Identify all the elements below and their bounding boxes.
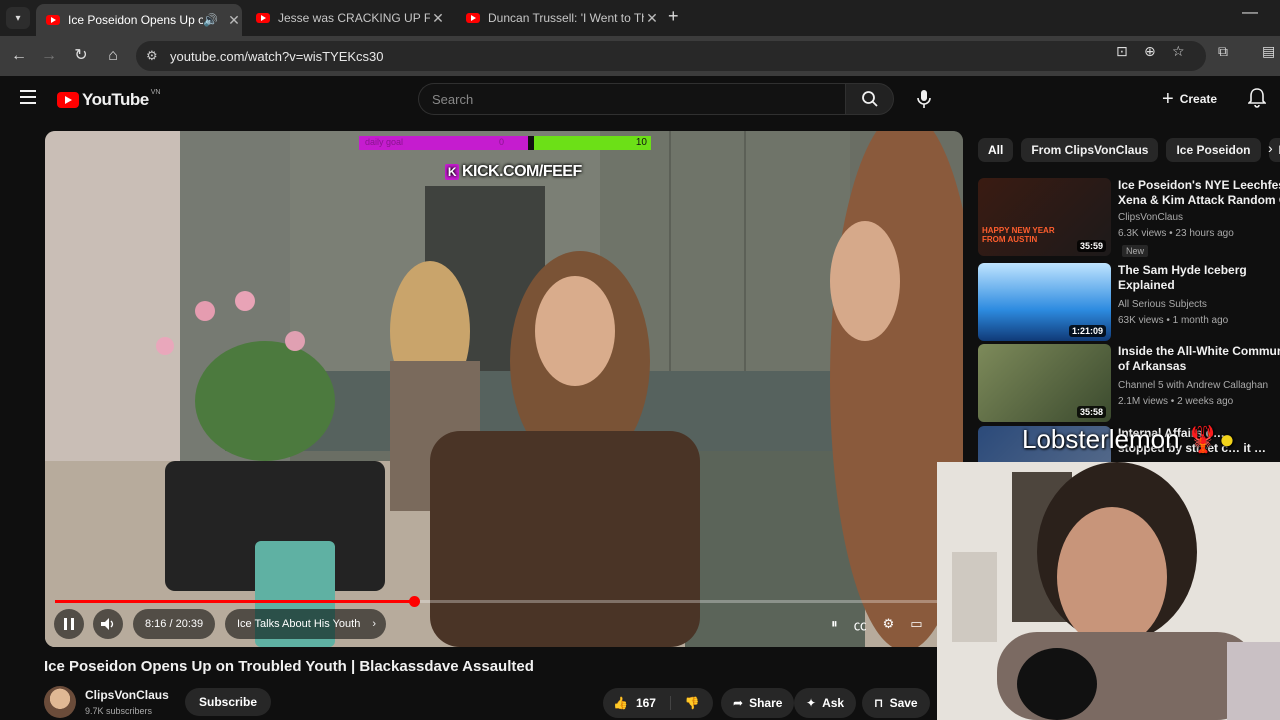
ask-button[interactable]: ✦ Ask [794, 688, 857, 718]
youtube-favicon-icon [256, 13, 270, 23]
video-frame [45, 131, 963, 647]
new-tab-button[interactable]: + [668, 6, 679, 27]
video-thumbnail[interactable]: HAPPY NEW YEAR FROM AUSTIN 35:59 [978, 178, 1111, 256]
captions-icon[interactable]: ㏄ [854, 615, 867, 634]
chapter-button[interactable]: Ice Talks About His Youth › [225, 609, 386, 639]
lemon-icon: ● [1219, 424, 1235, 454]
new-badge: New [1122, 245, 1149, 257]
related-video[interactable]: 1:21:09 The Sam Hyde Iceberg Explained A… [978, 263, 1278, 341]
youtube-logo[interactable]: YouTube VN [57, 89, 160, 110]
url-text[interactable]: youtube.com/watch?v=wisTYEKcs30 [170, 49, 384, 64]
youtube-favicon-icon [46, 15, 60, 25]
search-input[interactable]: Search [418, 83, 845, 115]
tab-ice-poseidon[interactable]: Ice Poseidon Opens Up on 🔊 ✕ [36, 4, 242, 36]
tab-duncan[interactable]: Duncan Trussell: 'I Went to The ✕ [456, 4, 660, 32]
youtube-play-icon [57, 92, 79, 108]
kick-watermark: K KICK.COM/FEEF [445, 163, 582, 181]
install-app-icon[interactable]: ⊡ [1116, 43, 1128, 60]
tab-search-button[interactable]: ▾ [6, 7, 30, 29]
extensions-icon[interactable]: ⧉ [1218, 43, 1228, 60]
thumbs-down-icon: 👎 [684, 696, 700, 710]
youtube-header: YouTube VN Search + Create [0, 76, 1280, 122]
close-tab-icon[interactable]: ✕ [644, 10, 660, 27]
plus-icon: + [1162, 87, 1174, 110]
stream-goal-bar: daily goal 0 10 [359, 136, 651, 150]
minimize-window-button[interactable]: — [1242, 4, 1258, 22]
share-arrow-icon: ➦ [733, 696, 744, 710]
notifications-bell-icon[interactable] [1247, 88, 1267, 113]
chip-from-channel[interactable]: From ClipsVonClaus [1021, 138, 1159, 162]
chip-ice-poseidon[interactable]: Ice Poseidon [1166, 138, 1261, 162]
volume-button[interactable] [93, 609, 123, 639]
back-arrow-icon[interactable]: ← [8, 45, 30, 67]
time-display: 8:16 / 20:39 [133, 609, 216, 639]
subscriber-count: 9.7K subscribers [85, 706, 153, 716]
browser-toolbar: ← → ↻ ⌂ ⚙ youtube.com/watch?v=wisTYEKcs3… [0, 36, 1280, 76]
like-button[interactable]: 👍 167 [603, 696, 671, 710]
progress-played [55, 600, 415, 603]
goal-target: 10 [534, 136, 651, 150]
player-right-controls: ⏸ ㏄ ⚙ ▭ ⤢ [831, 609, 949, 639]
save-button[interactable]: ⊓ Save [862, 688, 930, 718]
share-button[interactable]: ➦ Share [721, 688, 795, 718]
chips-next-arrow-icon[interactable]: › [1268, 140, 1273, 156]
autoplay-toggle-icon[interactable]: ⏸ [831, 616, 838, 632]
related-filter-chips: All From ClipsVonClaus Ice Poseidon Re [978, 138, 1280, 162]
speaker-icon[interactable]: 🔊 [203, 13, 218, 27]
video-title: Ice Poseidon Opens Up on Troubled Youth … [44, 658, 534, 675]
channel-name[interactable]: ClipsVonClaus [85, 688, 169, 702]
lobster-icon: 🦞 [1186, 424, 1220, 454]
chip-all[interactable]: All [978, 138, 1014, 162]
bookmark-icon: ⊓ [874, 696, 884, 710]
related-video[interactable]: HAPPY NEW YEAR FROM AUSTIN 35:59 Ice Pos… [978, 178, 1280, 257]
progress-bar[interactable] [55, 596, 953, 607]
close-tab-icon[interactable]: ✕ [430, 10, 446, 27]
reload-icon[interactable]: ↻ [70, 45, 92, 67]
browser-tab-strip: ▾ Ice Poseidon Opens Up on 🔊 ✕ Jesse was… [0, 0, 1280, 36]
site-info-icon[interactable]: ⚙ [146, 48, 158, 64]
zoom-icon[interactable]: ⊕ [1144, 43, 1156, 60]
forward-arrow-icon[interactable]: → [38, 45, 60, 67]
side-panel-icon[interactable]: ▤ [1262, 43, 1275, 60]
pause-button[interactable] [54, 609, 84, 639]
volume-icon [101, 618, 114, 630]
address-bar[interactable]: ⚙ youtube.com/watch?v=wisTYEKcs30 [136, 41, 1206, 71]
home-icon[interactable]: ⌂ [102, 45, 124, 67]
chat-username-overlay: Lobsterlemon 🦞● [1022, 424, 1235, 454]
search-button[interactable] [845, 83, 894, 115]
create-button[interactable]: + Create [1162, 86, 1217, 112]
subscribe-button[interactable]: Subscribe [185, 688, 272, 716]
search-icon [861, 91, 878, 107]
video-thumbnail[interactable]: 35:58 [978, 344, 1111, 422]
related-video[interactable]: 35:58 Inside the All-White Community of … [978, 344, 1280, 422]
voice-search-button[interactable] [908, 83, 940, 115]
channel-avatar[interactable] [44, 686, 76, 718]
microphone-icon [917, 90, 931, 108]
youtube-favicon-icon [466, 13, 480, 23]
bookmark-star-icon[interactable]: ☆ [1172, 43, 1185, 60]
menu-icon[interactable] [20, 90, 36, 104]
pause-icon [64, 618, 74, 630]
theater-mode-icon[interactable]: ▭ [910, 616, 922, 632]
chevron-right-icon: › [372, 618, 376, 630]
streamer-webcam [937, 462, 1280, 720]
video-thumbnail[interactable]: 1:21:09 [978, 263, 1111, 341]
settings-gear-icon[interactable]: ⚙ [883, 616, 895, 632]
sparkle-icon: ✦ [806, 696, 817, 710]
webcam-frame [937, 462, 1280, 720]
dislike-button[interactable]: 👎 [671, 696, 713, 710]
like-dislike-group: 👍 167 👎 [603, 688, 713, 718]
thumbs-up-icon: 👍 [613, 696, 628, 710]
tab-jesse[interactable]: Jesse was CRACKING UP For RA ✕ [246, 4, 446, 32]
video-player[interactable]: daily goal 0 10 K KICK.COM/FEEF 8:16 / 20… [45, 131, 963, 647]
close-tab-icon[interactable]: ✕ [226, 12, 242, 29]
